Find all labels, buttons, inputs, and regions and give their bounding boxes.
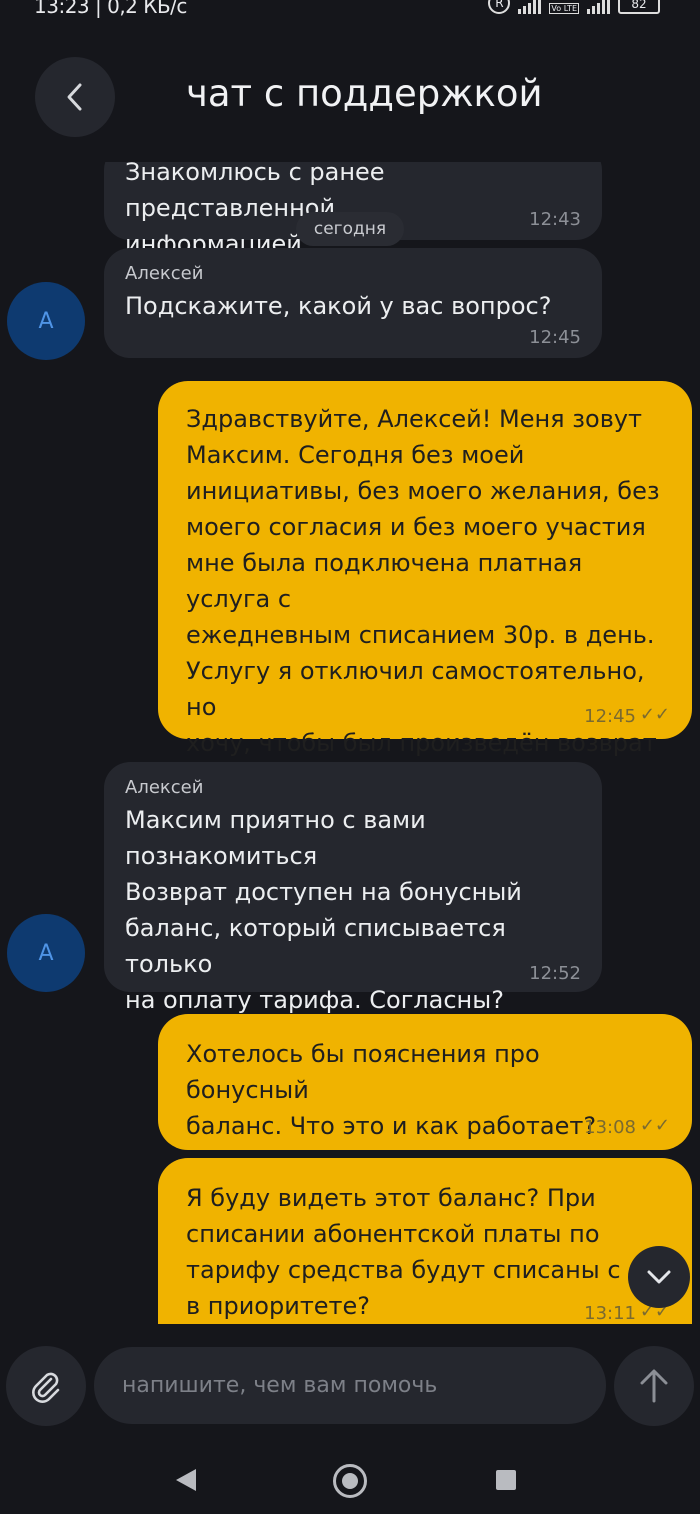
message-time: 13:11: [584, 1303, 636, 1324]
page-title: чат с поддержкой: [186, 72, 543, 115]
chevron-down-icon: [647, 1270, 671, 1284]
chevron-left-icon: [67, 83, 82, 111]
arrow-up-icon: [640, 1369, 668, 1403]
paperclip-icon: [32, 1372, 60, 1403]
status-time: 13:23 | 0,2 КБ/с: [34, 0, 187, 18]
nav-recents-icon[interactable]: [496, 1470, 516, 1490]
attach-button[interactable]: [6, 1346, 86, 1426]
status-icons: R Vo LTE 82: [488, 0, 660, 14]
message-sender: Алексей: [125, 263, 204, 284]
registered-icon: R: [488, 0, 511, 14]
scroll-down-button[interactable]: [628, 1246, 690, 1308]
message-time: 12:45: [584, 706, 636, 727]
back-button[interactable]: [35, 57, 115, 137]
nav-home-icon[interactable]: [333, 1464, 367, 1498]
message-text: Подскажите, какой у вас вопрос?: [125, 292, 552, 320]
message-incoming[interactable]: Алексей Максим приятно с вами познакомит…: [104, 762, 602, 1014]
battery-icon: 82: [618, 0, 660, 14]
avatar: А: [7, 282, 85, 360]
avatar: А: [7, 914, 85, 992]
message-outgoing[interactable]: Хотелось бы пояснения про бонусный балан…: [158, 1014, 692, 1150]
message-incoming[interactable]: Алексей Подскажите, какой у вас вопрос? …: [104, 248, 602, 358]
message-sender: Алексей: [125, 777, 204, 798]
nav-back-icon[interactable]: [176, 1469, 196, 1491]
message-text: Здравствуйте, Алексей! Меня зовут Максим…: [186, 405, 660, 793]
volte-icon: Vo LTE: [549, 3, 579, 14]
read-check-icon: ✓✓: [639, 704, 670, 725]
signal-2-icon: [587, 0, 610, 14]
date-divider: сегодня: [296, 212, 404, 246]
status-bar: 13:23 | 0,2 КБ/с R Vo LTE 82: [0, 0, 700, 22]
message-input[interactable]: [94, 1347, 606, 1424]
signal-icon: [518, 0, 542, 14]
message-text: Максим приятно с вами познакомиться Возв…: [125, 806, 522, 1014]
message-time: 12:45: [529, 327, 581, 348]
system-nav-bar: [0, 1440, 700, 1514]
message-time: 13:08: [584, 1117, 636, 1138]
send-button[interactable]: [614, 1346, 694, 1426]
message-outgoing[interactable]: Здравствуйте, Алексей! Меня зовут Максим…: [158, 381, 692, 793]
message-outgoing[interactable]: Я буду видеть этот баланс? При списании …: [158, 1158, 692, 1324]
chat-area[interactable]: Знакомлюсь с ранее представленной информ…: [0, 162, 700, 1324]
message-time: 12:43: [529, 209, 581, 230]
message-time: 12:52: [529, 963, 581, 984]
read-check-icon: ✓✓: [639, 1115, 670, 1136]
